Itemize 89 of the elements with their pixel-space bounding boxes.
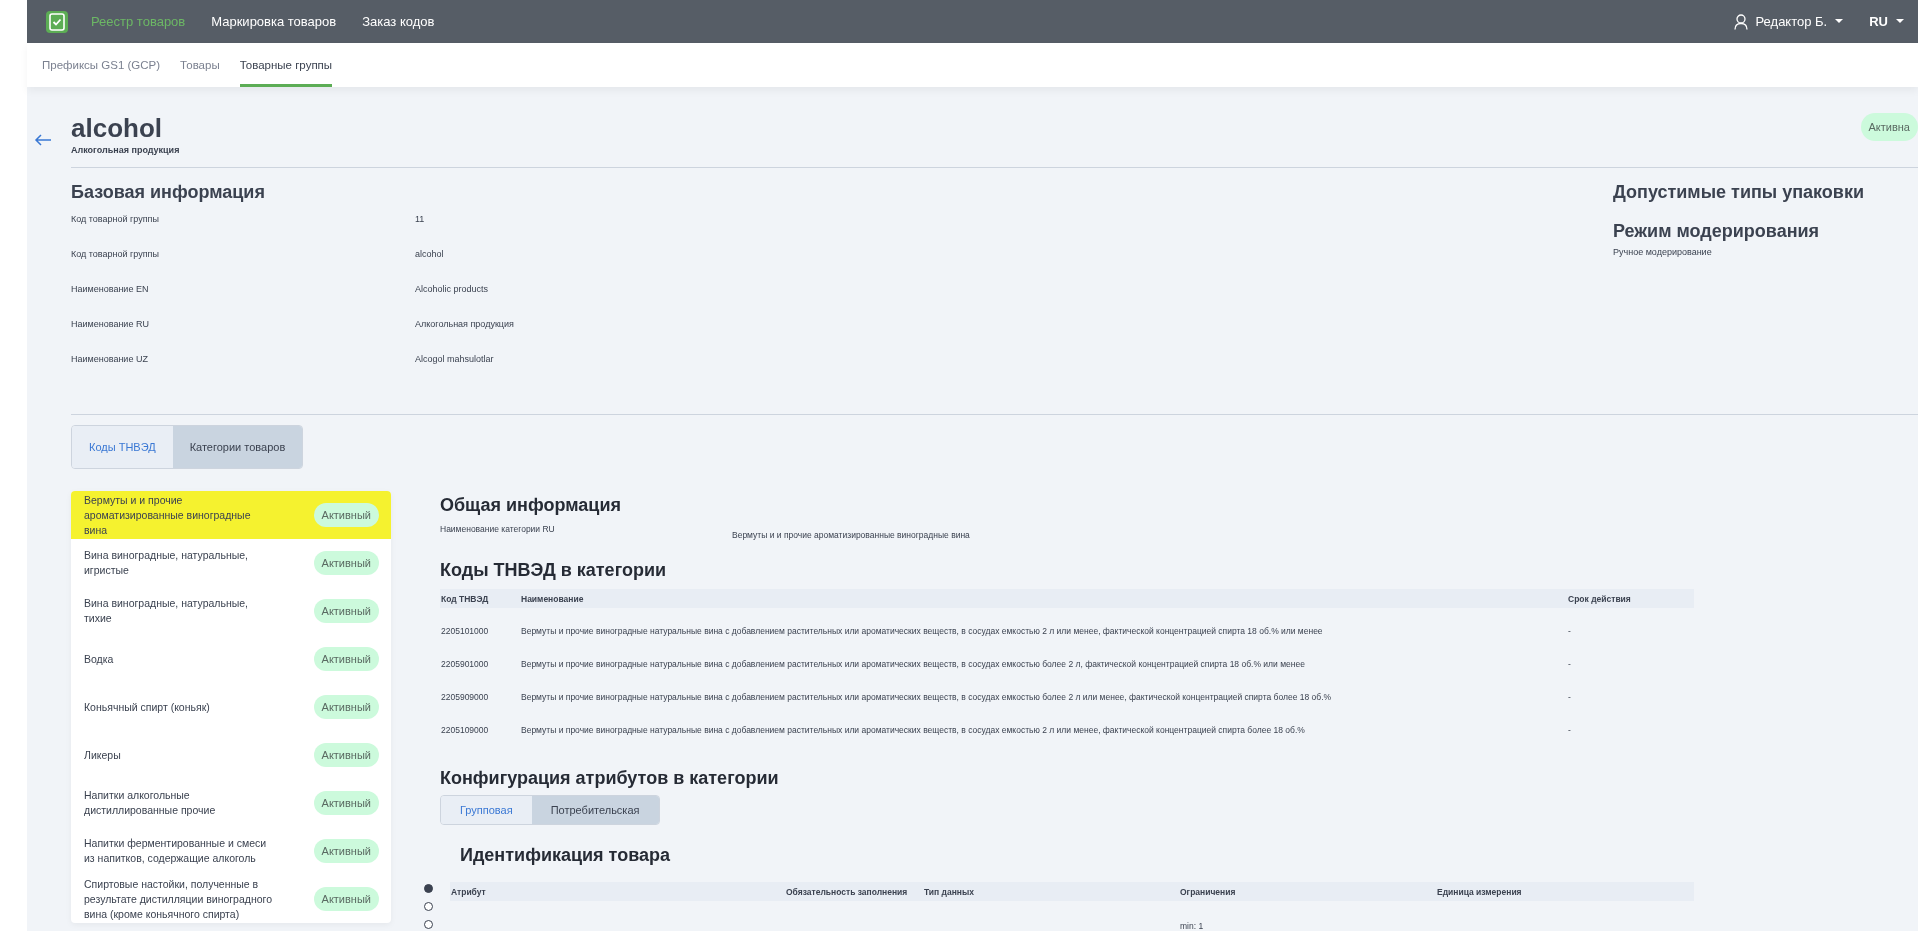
table-cell-text: - — [1567, 625, 1572, 636]
column-header: Срок действия — [1567, 593, 1632, 604]
field-label: Наименование RU — [71, 319, 150, 329]
column-header: Атрибут — [450, 886, 487, 897]
status-badge: Активный — [313, 839, 379, 863]
page-subtitle: Алкогольная продукция — [71, 145, 180, 155]
field-label: Наименование UZ — [71, 354, 149, 364]
table-cell-text: - — [1567, 724, 1572, 735]
column-header: Единица измерения — [1436, 886, 1523, 897]
field-value: Ручное модерирование — [1613, 247, 1713, 257]
status-badge: Активный — [313, 791, 379, 815]
status-badge: Активный — [313, 503, 379, 527]
category-item[interactable]: Коньячный спирт (коньяк) Активный — [71, 683, 391, 731]
column-header: Наименование — [520, 593, 585, 604]
field-value: Alcoholic products — [415, 284, 489, 294]
category-item[interactable]: Вермуты и и прочие ароматизированные виноградные вина Активный — [71, 491, 391, 539]
nav-link[interactable]: Заказ кодов — [362, 14, 435, 29]
field-value: Вермуты и и прочие ароматизированные виноградные вина — [732, 530, 970, 540]
table-cell-text: 2205101000 — [440, 625, 490, 636]
table-cell-text: Вермуты и прочие виноградные натуральные вина с добавлением растительных или ароматических веществ, в сосудах емкостью более 2 л или менее, фактической концентрацией спирта более 18 об.% — [520, 691, 1333, 702]
pager-dot[interactable] — [424, 920, 433, 929]
column-header: Тип данных — [923, 886, 975, 897]
status-badge: Активный — [313, 599, 379, 623]
category-item[interactable]: Водка Активный — [71, 635, 391, 683]
category-name: Спиртовые настойки, полученные в результате дистилляции виноградного вина (кроме коньячного спирта) — [84, 876, 273, 922]
category-item[interactable]: Вина виноградные, натуральные, тихие Активный — [71, 587, 391, 635]
status-badge: Активный — [313, 551, 379, 575]
table-cell-text: 2205901000 — [440, 658, 490, 669]
caret-icon — [1896, 19, 1904, 24]
category-name: Вермуты и и прочие ароматизированные виноградные вина — [84, 492, 252, 538]
back-arrow-icon[interactable] — [34, 134, 52, 146]
category-name: Ликеры — [84, 747, 122, 763]
field-label: Код товарной группы — [71, 214, 160, 224]
table-cell-text: min: 1 — [1179, 921, 1205, 931]
category-name: Вина виноградные, натуральные, тихие — [84, 596, 249, 626]
table-cell-text: - — [1567, 658, 1572, 669]
table-cell-text: Вермуты и прочие виноградные натуральные вина с добавлением растительных или ароматических веществ, в сосудах емкостью 2 л или менее, фактической концентрацией спирта более 18 об.% — [520, 724, 1306, 735]
category-name: Напитки ферментированные и смеси из напитков, содержащие алкоголь — [84, 836, 268, 866]
table-cell-text: Вермуты и прочие виноградные натуральные вина с добавлением растительных или ароматических веществ, в сосудах емкостью 2 л или менее, фактической концентрацией спирта 18 об.% или менее — [520, 625, 1324, 636]
pager-dot[interactable] — [424, 902, 433, 911]
user-menu-button[interactable]: Редактор Б. — [1733, 13, 1844, 30]
status-badge: Активный — [313, 743, 379, 767]
section-heading: Общая информация — [440, 495, 622, 516]
category-name: Водка — [84, 651, 115, 667]
status-badge: Активный — [313, 695, 379, 719]
section-heading: Конфигурация атрибутов в категории — [440, 768, 780, 789]
segment-tab[interactable]: Категории товаров — [172, 426, 303, 468]
table-cell-text: Вермуты и прочие виноградные натуральные вина с добавлением растительных или ароматических веществ, в сосудах емкостью более 2 л, фактической концентрацией спирта 18 об.% или менее — [520, 658, 1306, 669]
field-value: alcohol — [415, 249, 444, 259]
table-cell-text: - — [1567, 691, 1572, 702]
nav-link[interactable]: Маркировка товаров — [211, 14, 337, 29]
status-badge: Активный — [313, 647, 379, 671]
field-value: 11 — [415, 214, 425, 224]
category-item[interactable]: Напитки алкогольные дистиллированные прочие Активный — [71, 779, 391, 827]
segment-tab[interactable]: Потребительская — [531, 796, 659, 824]
language-button[interactable]: RU — [1869, 14, 1904, 29]
category-item[interactable]: Вина виноградные, натуральные, игристые Активный — [71, 539, 391, 587]
field-value: Alcogol mahsulotlar — [415, 354, 494, 364]
column-header: Обязательность заполнения — [785, 886, 909, 897]
table-cell-text: 2205909000 — [440, 691, 490, 702]
section-heading: Коды ТНВЭД в категории — [440, 560, 667, 581]
table-cell-text: 2205109000 — [440, 724, 490, 735]
category-item[interactable]: Напитки ферментированные и смеси из напитков, содержащие алкоголь Активный — [71, 827, 391, 875]
tab[interactable]: Товары — [180, 43, 220, 87]
category-name: Коньячный спирт (коньяк) — [84, 699, 211, 715]
column-header: Ограничения — [1179, 886, 1237, 897]
caret-icon — [1835, 19, 1844, 24]
section-heading: Базовая информация — [71, 182, 266, 203]
field-label: Наименование EN — [71, 284, 150, 294]
page-title: alcohol — [71, 113, 163, 143]
section-heading: Допустимые типы упаковки — [1613, 182, 1865, 203]
field-label: Код товарной группы — [71, 249, 160, 259]
status-badge: Активна — [1860, 113, 1918, 141]
segment-tab[interactable]: Коды ТНВЭД — [72, 426, 173, 468]
category-name: Напитки алкогольные дистиллированные прочие — [84, 788, 217, 818]
section-heading: Идентификация товара — [460, 845, 671, 866]
field-label: Наименование категории RU — [440, 524, 556, 536]
notebook-check-icon — [45, 9, 69, 34]
category-name: Вина виноградные, натуральные, игристые — [84, 548, 249, 578]
tab[interactable]: Префиксы GS1 (GCP) — [42, 43, 161, 87]
status-badge: Активный — [313, 887, 379, 911]
section-heading: Режим модерирования — [1613, 221, 1821, 242]
category-item[interactable]: Ликеры Активный — [71, 731, 391, 779]
pager-dot[interactable] — [424, 884, 433, 893]
column-header: Код ТНВЭД — [440, 593, 490, 604]
category-item[interactable]: Спиртовые настойки, полученные в результате дистилляции виноградного вина (кроме коньячного спирта) Активный — [71, 875, 391, 923]
user-icon — [1733, 13, 1748, 30]
field-value: Алкогольная продукция — [415, 319, 514, 329]
segment-tab[interactable]: Групповая — [441, 796, 532, 824]
